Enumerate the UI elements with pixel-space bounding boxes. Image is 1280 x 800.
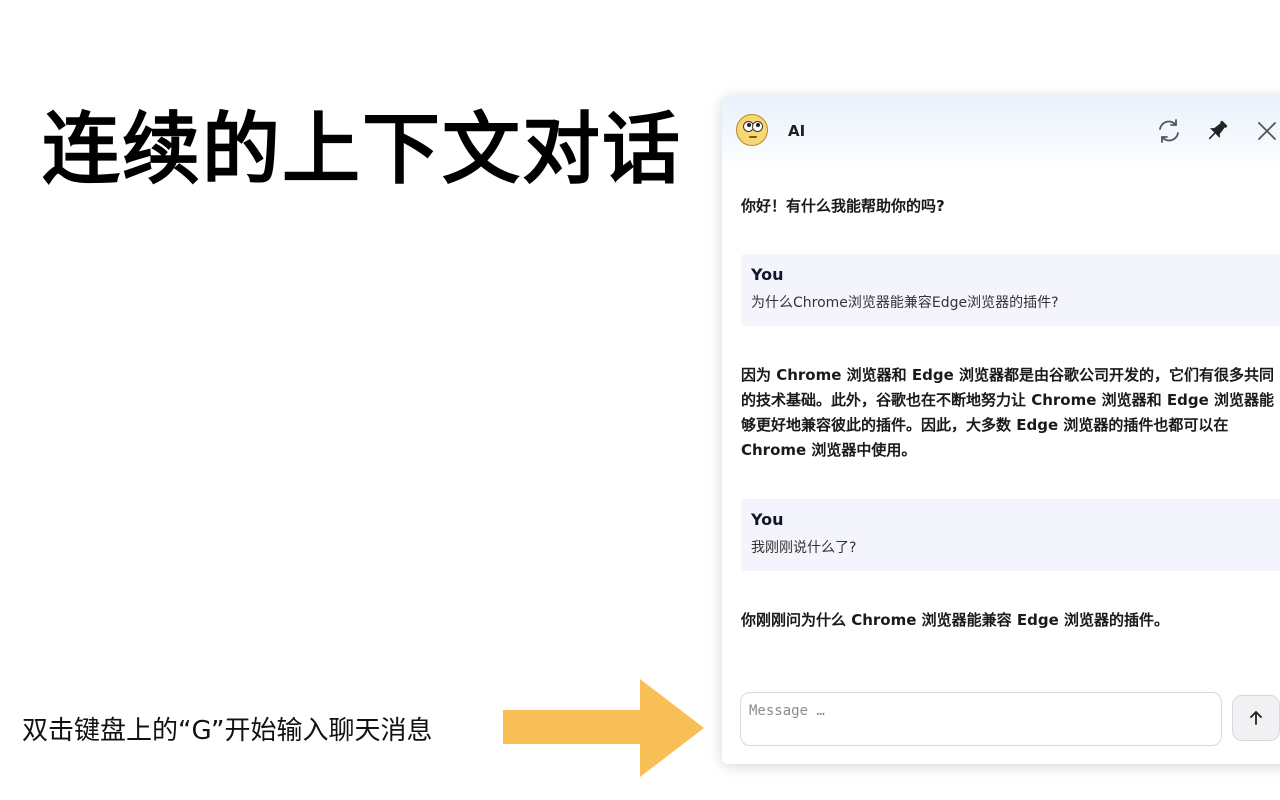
arrow-up-icon — [1250, 711, 1262, 725]
send-button[interactable] — [1232, 695, 1280, 741]
pin-button[interactable] — [1202, 116, 1232, 146]
message-input[interactable] — [740, 692, 1222, 746]
close-button[interactable] — [1252, 116, 1280, 146]
face-with-rolling-eyes-icon — [736, 114, 768, 146]
user-label: You — [751, 265, 784, 284]
user-message: You 我刚刚说什么了? — [741, 499, 1280, 571]
ai-message: 你刚刚问为什么 Chrome 浏览器能兼容 Edge 浏览器的插件。 — [741, 611, 1169, 629]
slide-headline: 连续的上下文对话 — [42, 105, 683, 195]
user-label: You — [751, 510, 784, 529]
chat-header: AI — [722, 96, 1280, 168]
arrow-right-icon — [640, 679, 704, 777]
close-icon — [1258, 122, 1276, 140]
user-message: You 为什么Chrome浏览器能兼容Edge浏览器的插件? — [741, 254, 1280, 326]
arrow-shaft — [503, 710, 643, 744]
chat-panel: AI 你好！有什么我能帮助你的吗? You 为什么Chrome浏览器能兼容Edg… — [722, 96, 1280, 764]
user-message-text: 为什么Chrome浏览器能兼容Edge浏览器的插件? — [751, 295, 1059, 311]
pin-icon — [1208, 120, 1228, 140]
slide-hint: 双击键盘上的“G”开始输入聊天消息 — [22, 716, 433, 746]
ai-message: 你好！有什么我能帮助你的吗? — [741, 197, 945, 215]
refresh-icon — [1159, 119, 1179, 143]
refresh-button[interactable] — [1154, 116, 1184, 146]
user-message-text: 我刚刚说什么了? — [751, 540, 857, 556]
ai-message: 因为 Chrome 浏览器和 Edge 浏览器都是由谷歌公司开发的，它们有很多共… — [741, 366, 1274, 459]
bot-name: AI — [788, 122, 806, 140]
